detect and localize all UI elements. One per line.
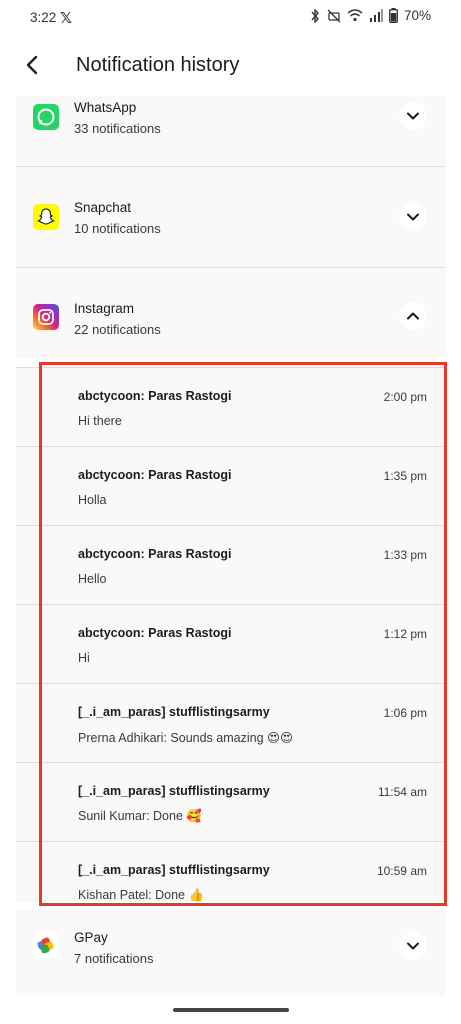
notification-title: abctycoon: Paras Rastogi — [78, 626, 232, 640]
notification-time: 1:06 pm — [383, 706, 427, 720]
notification-text: Holla — [78, 493, 107, 507]
expand-button[interactable] — [399, 932, 427, 960]
notification-title: [_.i_am_paras] stufflistingsarmy — [78, 705, 270, 719]
notification-text: Sunil Kumar: Done 🥰 — [78, 809, 202, 823]
notification-item[interactable]: abctycoon: Paras Rastogi 1:12 pm Hi — [16, 604, 445, 683]
chevron-down-icon — [407, 112, 419, 120]
app-notification-count: 10 notifications — [74, 221, 161, 236]
bluetooth-icon — [311, 8, 319, 23]
notification-time: 1:33 pm — [383, 548, 427, 562]
notification-item[interactable]: abctycoon: Paras Rastogi 1:33 pm Hello — [16, 525, 445, 604]
expand-button[interactable] — [399, 203, 427, 231]
battery-percent: 70% — [403, 8, 431, 23]
notification-text: Kishan Patel: Done 👍 — [78, 888, 205, 902]
app-row-gpay[interactable]: GPay 7 notifications — [16, 910, 445, 995]
signal-icon — [369, 9, 383, 22]
notification-title: abctycoon: Paras Rastogi — [78, 468, 232, 482]
expand-button[interactable] — [399, 102, 427, 130]
chevron-down-icon — [407, 213, 419, 221]
app-notification-count: 33 notifications — [74, 121, 161, 136]
gesture-nav-handle[interactable] — [173, 1008, 289, 1012]
status-time: 3:22 — [30, 10, 57, 25]
app-name: WhatsApp — [74, 100, 137, 115]
app-name: Instagram — [74, 301, 135, 316]
notification-time: 1:12 pm — [383, 627, 427, 641]
app-row-whatsapp[interactable]: WhatsApp 33 notifications — [16, 96, 445, 166]
battery-icon — [389, 8, 398, 23]
x-app-icon: 𝕏 — [60, 10, 73, 27]
notification-title: abctycoon: Paras Rastogi — [78, 547, 232, 561]
notification-time: 11:54 am — [377, 785, 427, 799]
app-notification-count: 22 notifications — [74, 322, 161, 337]
collapse-button[interactable] — [399, 302, 427, 330]
app-name: Snapchat — [74, 200, 132, 215]
notification-text: Prerna Adhikari: Sounds amazing 😍😍 — [78, 731, 294, 745]
page-title: Notification history — [76, 54, 240, 76]
app-bar: Notification history — [0, 36, 461, 96]
chevron-down-icon — [407, 942, 419, 950]
notification-title: abctycoon: Paras Rastogi — [78, 389, 232, 403]
notification-item[interactable]: abctycoon: Paras Rastogi 1:35 pm Holla — [16, 446, 445, 525]
chevron-up-icon — [407, 312, 419, 320]
instagram-notification-list: abctycoon: Paras Rastogi 2:00 pm Hi ther… — [16, 367, 445, 902]
app-name: GPay — [74, 930, 108, 945]
gpay-icon — [33, 932, 59, 958]
instagram-icon — [33, 304, 59, 330]
snapchat-icon — [33, 204, 59, 230]
app-row-snapchat[interactable]: Snapchat 10 notifications — [16, 167, 445, 267]
notification-item[interactable]: [_.i_am_paras] stufflistingsarmy 10:59 a… — [16, 841, 445, 902]
notification-text: Hi — [78, 651, 90, 665]
notification-item[interactable]: [_.i_am_paras] stufflistingsarmy 11:54 a… — [16, 762, 445, 841]
whatsapp-icon — [33, 104, 59, 130]
notification-title: [_.i_am_paras] stufflistingsarmy — [78, 863, 270, 877]
status-icons: 70% — [309, 8, 431, 23]
notification-title: [_.i_am_paras] stufflistingsarmy — [78, 784, 270, 798]
notification-text: Hello — [78, 572, 107, 586]
notification-time: 1:35 pm — [383, 469, 427, 483]
wifi-icon — [347, 9, 363, 22]
status-bar: 3:22 𝕏 70% — [0, 0, 461, 36]
app-notification-count: 7 notifications — [74, 951, 154, 966]
app-row-instagram[interactable]: Instagram 22 notifications — [16, 268, 445, 358]
notification-time: 10:59 am — [376, 864, 427, 878]
back-arrow-icon[interactable] — [18, 51, 46, 79]
mute-icon — [327, 9, 341, 22]
notification-time: 2:00 pm — [383, 390, 427, 404]
notification-item[interactable]: [_.i_am_paras] stufflistingsarmy 1:06 pm… — [16, 683, 445, 762]
notification-text: Hi there — [78, 414, 122, 428]
notification-item[interactable]: abctycoon: Paras Rastogi 2:00 pm Hi ther… — [16, 367, 445, 446]
